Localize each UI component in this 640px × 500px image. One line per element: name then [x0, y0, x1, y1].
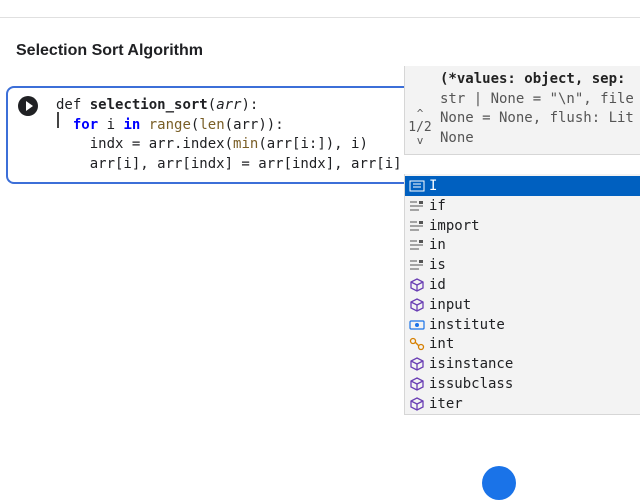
suggestion-item[interactable]: in — [405, 235, 640, 255]
suggestion-label: issubclass — [429, 376, 514, 392]
cube-icon — [405, 295, 429, 315]
suggestion-item[interactable]: institute — [405, 315, 640, 335]
code-token: for — [72, 116, 99, 133]
code-token: ( — [207, 97, 217, 113]
code-token: ): — [241, 97, 259, 113]
snippet-icon — [405, 196, 429, 216]
run-cell-button[interactable] — [18, 96, 38, 116]
cube-icon — [405, 374, 429, 394]
top-bar — [0, 0, 640, 18]
suggestion-item[interactable]: if — [405, 196, 640, 216]
suggestion-item[interactable]: I — [405, 176, 640, 196]
chevron-up-icon[interactable]: ^ — [405, 108, 435, 120]
code-line: arr[i], arr[indx] = arr[indx], arr[i] — [56, 155, 402, 175]
signature-line: str | None = "\n", file — [440, 90, 634, 107]
snippet-icon — [405, 216, 429, 236]
code-token: in — [123, 116, 141, 133]
variable-icon — [405, 315, 429, 335]
code-editor[interactable]: def selection_sort(arr): for i in range(… — [56, 96, 402, 174]
suggestion-item[interactable]: iter — [405, 394, 640, 414]
autocomplete-list[interactable]: Iif import in is id input institute int isinstan… — [404, 174, 640, 415]
signature-line: (*values: object, sep: — [440, 71, 626, 87]
keyword-icon — [405, 176, 429, 196]
signature-line: None = None, flush: Lit — [440, 110, 634, 126]
code-token: arr — [216, 97, 242, 113]
suggestion-item[interactable]: input — [405, 295, 640, 315]
cell-title: Selection Sort Algorithm — [16, 42, 203, 59]
suggestion-label: is — [429, 257, 446, 274]
code-token: range — [148, 116, 191, 133]
divider — [0, 17, 640, 18]
chevron-down-icon[interactable]: v — [405, 135, 435, 147]
code-line: indx = arr.index(min(arr[i:]), i) — [56, 135, 402, 155]
code-token: def — [56, 97, 82, 113]
suggestion-label: isinstance — [429, 356, 514, 373]
code-token: arr[i], arr[indx] = arr[indx], arr[i] — [89, 155, 402, 172]
suggestion-item[interactable]: id — [405, 275, 640, 295]
code-token: selection_sort — [89, 97, 208, 113]
code-token: (arr)): — [224, 116, 284, 133]
class-icon — [405, 334, 429, 354]
suggestion-label: if — [429, 197, 446, 214]
signature-line: None — [440, 129, 474, 146]
suggestion-item[interactable]: import — [405, 216, 640, 236]
suggestion-item[interactable]: int — [405, 334, 640, 354]
code-line: def selection_sort(arr): — [56, 96, 402, 116]
signature-text: (*values: object, sep: str | None = "\n",… — [440, 70, 634, 148]
suggestion-item[interactable]: is — [405, 255, 640, 275]
suggestion-label: I — [429, 178, 438, 194]
cube-icon — [405, 275, 429, 295]
floating-action-button[interactable] — [482, 466, 516, 500]
code-token: (arr[i:]), i) — [258, 136, 368, 152]
signature-nav[interactable]: ^ 1/2 v — [405, 108, 435, 147]
code-token: min — [233, 136, 259, 152]
suggestion-item[interactable]: issubclass — [405, 374, 640, 394]
code-token: indx = arr.index( — [89, 136, 234, 152]
suggestion-label: in — [429, 237, 446, 254]
suggestion-label: institute — [429, 316, 505, 333]
code-token: len — [199, 116, 225, 133]
code-line: for i in range(len(arr)): — [56, 116, 402, 136]
cube-icon — [405, 394, 429, 414]
suggestion-item[interactable]: isinstance — [405, 354, 640, 374]
signature-counter: 1/2 — [408, 120, 432, 135]
code-token: i — [98, 116, 124, 133]
snippet-icon — [405, 255, 429, 275]
suggestion-label: id — [429, 277, 446, 293]
cube-icon — [405, 354, 429, 374]
suggestion-label: int — [429, 336, 455, 353]
suggestion-label: input — [429, 296, 472, 313]
suggestion-label: import — [429, 217, 480, 234]
suggestion-label: iter — [429, 395, 463, 412]
snippet-icon — [405, 235, 429, 255]
